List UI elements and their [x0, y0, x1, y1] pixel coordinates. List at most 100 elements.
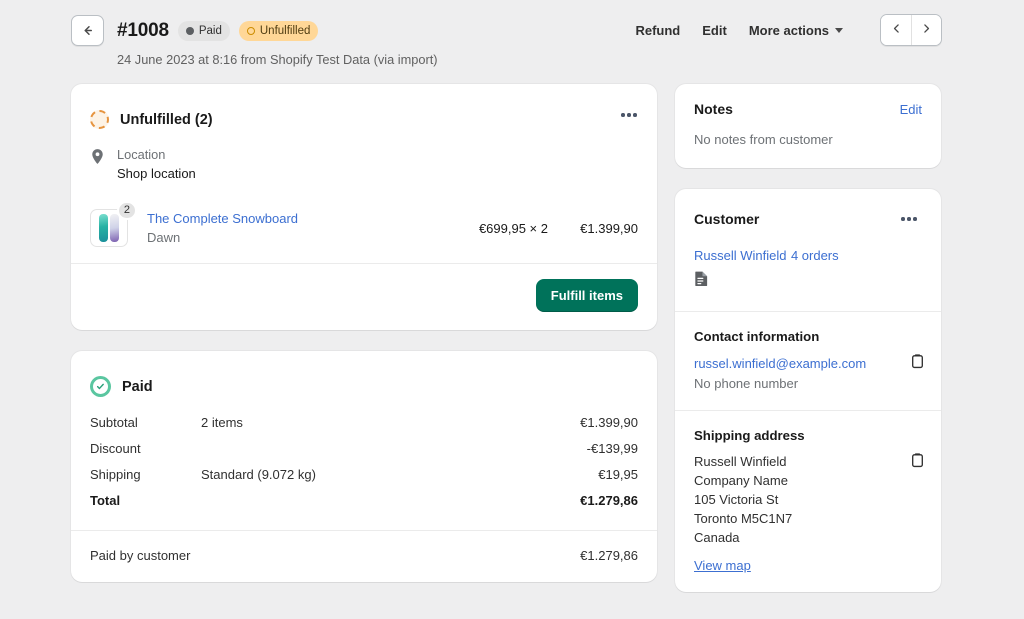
- edit-button[interactable]: Edit: [691, 16, 738, 45]
- ring-dot-icon: [247, 27, 255, 35]
- status-badge-paid-label: Paid: [199, 21, 222, 41]
- dashed-circle-icon: [90, 110, 109, 129]
- paid-by-customer-label: Paid by customer: [90, 548, 580, 563]
- customer-body: Russell Winfield 4 orders: [675, 232, 941, 311]
- check-circle-icon: [90, 376, 111, 397]
- table-row: Shipping Standard (9.072 kg) €19,95: [90, 462, 638, 488]
- line-item-title-link[interactable]: The Complete Snowboard: [147, 209, 436, 228]
- subtotal-description: 2 items: [201, 410, 580, 436]
- location-value: Shop location: [117, 164, 196, 183]
- shipping-address-title: Shipping address: [694, 428, 922, 443]
- fulfill-items-button[interactable]: Fulfill items: [536, 279, 638, 312]
- discount-label: Discount: [90, 436, 201, 462]
- ellipsis-icon: [627, 113, 631, 117]
- notes-empty-text: No notes from customer: [694, 130, 922, 149]
- notes-card: Notes Edit No notes from customer: [675, 84, 941, 168]
- side-column: Notes Edit No notes from customer Custom…: [675, 84, 941, 613]
- notes-title: Notes: [694, 101, 733, 117]
- fulfillment-menu-button[interactable]: [615, 101, 643, 129]
- main-column: Unfulfilled (2) Location Shop location: [71, 84, 657, 582]
- order-subtitle: 24 June 2023 at 8:16 from Shopify Test D…: [117, 51, 438, 69]
- previous-order-button[interactable]: [881, 15, 911, 45]
- chevron-down-icon: [835, 28, 843, 33]
- table-row: Total €1.279,86: [90, 488, 638, 514]
- shipping-description: Standard (9.072 kg): [201, 462, 598, 488]
- table-row: Subtotal 2 items €1.399,90: [90, 410, 638, 436]
- back-button[interactable]: [71, 15, 104, 46]
- table-row: Discount -€139,99: [90, 436, 638, 462]
- address-line: Company Name: [694, 471, 922, 490]
- status-badge-paid: Paid: [178, 21, 230, 41]
- more-actions-button[interactable]: More actions: [738, 16, 854, 45]
- payment-card: Paid Subtotal 2 items €1.399,90 Discount…: [71, 351, 657, 582]
- customer-card: Customer Russell Winfield 4 orders: [675, 189, 941, 592]
- customer-orders-link[interactable]: 4 orders: [791, 245, 839, 266]
- discount-amount: -€139,99: [587, 436, 638, 462]
- ellipsis-icon: [901, 217, 905, 221]
- address-line: Russell Winfield: [694, 452, 922, 471]
- status-badge-unfulfilled: Unfulfilled: [239, 21, 319, 41]
- line-item-quantity-badge: 2: [117, 201, 137, 220]
- snowboard-icon: [110, 214, 119, 242]
- ellipsis-icon: [913, 217, 917, 221]
- ellipsis-icon: [621, 113, 625, 117]
- shipping-label: Shipping: [90, 462, 201, 488]
- pagination-controls: [880, 14, 942, 46]
- address-line: Toronto M5C1N7: [694, 509, 922, 528]
- paid-by-customer-row: Paid by customer €1.279,86: [71, 531, 657, 582]
- line-item-row: 2 The Complete Snowboard Dawn €699,95 × …: [71, 197, 657, 263]
- shipping-address-section: Shipping address Russell Winfield Compan…: [675, 411, 941, 592]
- customer-phone-text: No phone number: [694, 374, 922, 393]
- order-detail-page: #1008 Paid Unfulfilled 24 June 2023 at 8…: [0, 0, 1024, 619]
- chevron-left-icon: [890, 22, 903, 38]
- notes-body: No notes from customer: [675, 117, 941, 168]
- fulfillment-card: Unfulfilled (2) Location Shop location: [71, 84, 657, 330]
- payment-status-title: Paid: [122, 379, 153, 395]
- customer-email-link[interactable]: russel.winfield@example.com: [694, 353, 866, 374]
- paid-by-customer-amount: €1.279,86: [580, 548, 638, 563]
- subtotal-amount: €1.399,90: [580, 410, 638, 436]
- payment-totals: Subtotal 2 items €1.399,90 Discount -€13…: [71, 403, 657, 530]
- ellipsis-icon: [907, 217, 911, 221]
- copy-email-button[interactable]: [907, 350, 928, 375]
- chevron-right-icon: [920, 22, 933, 38]
- address-line: Canada: [694, 528, 922, 547]
- contact-information-title: Contact information: [694, 329, 922, 344]
- shipping-amount: €19,95: [598, 462, 638, 488]
- snowboard-icon: [99, 214, 108, 242]
- view-map-link[interactable]: View map: [694, 558, 751, 573]
- next-order-button[interactable]: [911, 15, 941, 45]
- total-label: Total: [90, 488, 201, 514]
- payment-card-header: Paid: [71, 351, 657, 403]
- arrow-left-icon: [80, 23, 95, 38]
- location-pin-icon: [90, 148, 105, 183]
- line-item-variant: Dawn: [147, 228, 436, 247]
- clipboard-icon: [910, 353, 925, 372]
- clipboard-icon: [910, 452, 925, 471]
- notes-card-header: Notes Edit: [675, 84, 941, 117]
- fulfillment-card-footer: Fulfill items: [71, 264, 657, 330]
- line-item-thumbnail-wrap: 2: [90, 209, 128, 247]
- customer-menu-button[interactable]: [896, 206, 922, 232]
- contact-information-section: Contact information russel.winfield@exam…: [675, 312, 941, 410]
- filled-dot-icon: [186, 27, 194, 35]
- notes-edit-button[interactable]: Edit: [900, 102, 922, 117]
- page-title: #1008: [117, 18, 169, 43]
- subtotal-label: Subtotal: [90, 410, 201, 436]
- fulfillment-status-title: Unfulfilled (2): [120, 112, 213, 128]
- header-action-group: Refund Edit More actions: [624, 16, 854, 45]
- refund-button[interactable]: Refund: [624, 16, 691, 45]
- customer-document-icon-row: [694, 270, 922, 292]
- status-badge-unfulfilled-label: Unfulfilled: [260, 21, 311, 41]
- total-amount: €1.279,86: [580, 488, 638, 514]
- line-item-details: The Complete Snowboard Dawn: [147, 209, 436, 247]
- fulfillment-card-header: Unfulfilled (2): [71, 84, 657, 136]
- address-line: 105 Victoria St: [694, 490, 922, 509]
- copy-address-button[interactable]: [907, 449, 928, 474]
- line-item-total: €1.399,90: [548, 221, 638, 236]
- more-actions-label: More actions: [749, 23, 829, 38]
- document-icon: [694, 274, 709, 291]
- location-label: Location: [117, 146, 196, 164]
- fulfillment-location: Location Shop location: [71, 136, 657, 197]
- customer-name-link[interactable]: Russell Winfield: [694, 245, 786, 266]
